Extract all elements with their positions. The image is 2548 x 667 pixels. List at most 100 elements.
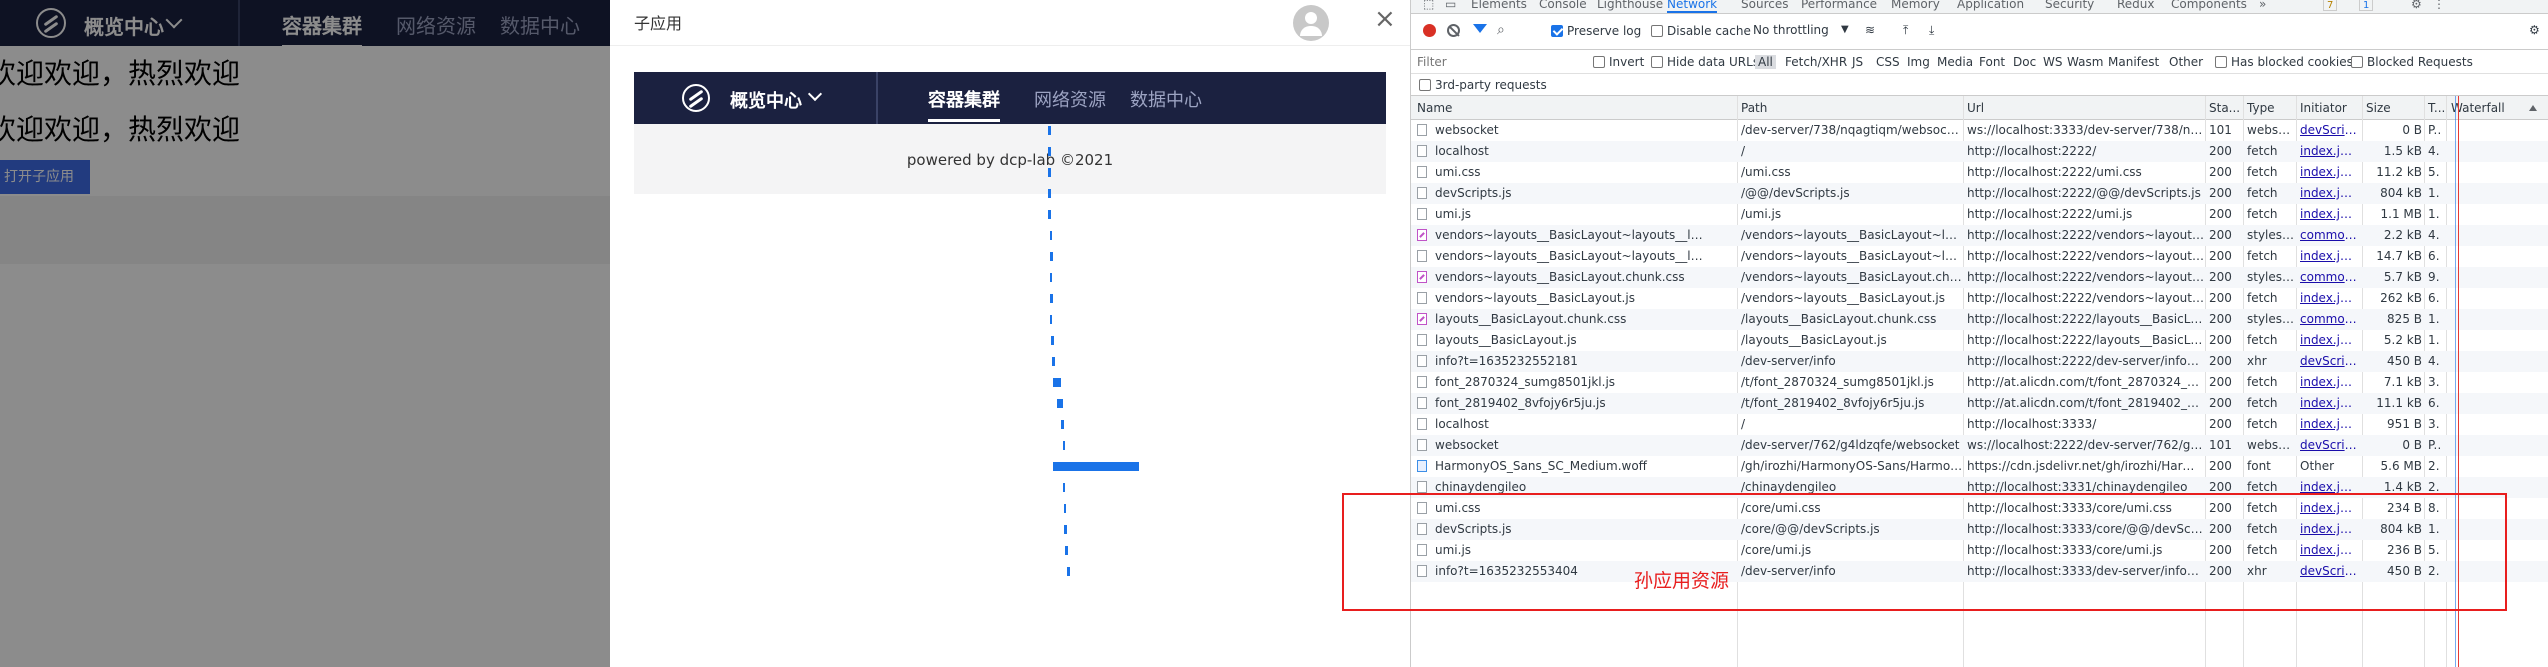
sub-tab-cluster[interactable]: 容器集群 <box>928 86 1000 122</box>
tab-sources[interactable]: Sources <box>1741 0 1788 11</box>
table-row[interactable]: localhost / http://localhost:2222/200 fetch… <box>1048 141 2548 162</box>
tab-console[interactable]: Console <box>1539 0 1587 11</box>
column-path[interactable]: Path <box>1741 101 1767 115</box>
sort-up-icon[interactable] <box>2529 105 2537 111</box>
filter-input[interactable] <box>1417 53 1577 71</box>
record-icon[interactable] <box>1423 24 1436 37</box>
column-size[interactable]: Size <box>2366 101 2391 115</box>
checkbox-icon[interactable] <box>2215 56 2227 68</box>
tab-memory[interactable]: Memory <box>1891 0 1940 11</box>
cell-initiator[interactable]: index.js:82 <box>2300 396 2358 410</box>
blocked-requests-checkbox[interactable]: Blocked Requests <box>2351 55 2473 69</box>
chevron-down-icon[interactable] <box>807 86 823 102</box>
column-initiator[interactable]: Initiator <box>2300 101 2347 115</box>
chevron-down-icon[interactable]: ▼ <box>1841 24 1849 35</box>
cell-initiator[interactable]: index.js:67 <box>2300 165 2358 179</box>
cell-initiator[interactable]: devScrip... <box>2300 123 2358 137</box>
checkbox-icon[interactable] <box>2351 56 2363 68</box>
search-icon[interactable]: ⌕ <box>1497 22 1505 38</box>
sub-tab-network[interactable]: 网络资源 <box>1034 86 1106 112</box>
column-status[interactable]: Sta... <box>2209 101 2240 115</box>
tab-elements[interactable]: Elements <box>1471 0 1527 11</box>
sub-nav-title[interactable]: 概览中心 <box>730 87 802 113</box>
filter-icon[interactable] <box>1473 24 1487 33</box>
cell-initiator[interactable]: index.js:82 <box>2300 186 2358 200</box>
blocked-cookies-checkbox[interactable]: Has blocked cookies <box>2215 55 2353 69</box>
table-row[interactable]: umi.js/umi.js http://localhost:2222/umi.j… <box>1048 204 2548 225</box>
table-row[interactable]: localhost / http://localhost:3333/200 fetch… <box>1061 414 2548 435</box>
type-filter-manifest[interactable]: Manifest <box>2108 55 2159 69</box>
table-row[interactable]: font_2819402_8vfojy6r5ju.js/t/font_28194… <box>1057 393 2548 414</box>
column-url[interactable]: Url <box>1967 101 1984 115</box>
table-row[interactable]: websocket/dev-server/762/g4ldzqfe/websoc… <box>1063 435 2548 456</box>
type-filter-wasm[interactable]: Wasm <box>2067 55 2103 69</box>
third-party-checkbox[interactable]: 3rd-party requests <box>1419 78 1547 92</box>
column-waterfall[interactable]: Waterfall <box>2451 101 2505 115</box>
tab-components[interactable]: Components <box>2171 0 2247 11</box>
table-row[interactable]: umi.css/umi.css http://localhost:2222/umi… <box>1048 162 2548 183</box>
checkbox-icon[interactable] <box>1651 25 1663 37</box>
cell-initiator[interactable]: index.js:82 <box>2300 291 2358 305</box>
upload-icon[interactable]: ⤒ <box>1903 23 1908 38</box>
cell-initiator[interactable]: common... <box>2300 270 2358 284</box>
tab-lighthouse[interactable]: Lighthouse <box>1597 0 1663 11</box>
column-time[interactable]: T... <box>2428 101 2445 115</box>
table-row[interactable]: info?t=1635232552181/dev-server/info http… <box>1052 351 2548 372</box>
type-filter-css[interactable]: CSS <box>1876 55 1900 69</box>
info-badge[interactable]: 1 <box>2359 0 2374 11</box>
tab-performance[interactable]: Performance <box>1801 0 1877 11</box>
type-filter-js[interactable]: JS <box>1852 55 1863 69</box>
cell-initiator[interactable]: common... <box>2300 312 2358 326</box>
table-row[interactable]: devScripts.js /@@/devScripts.js http://loc… <box>1048 183 2548 204</box>
tab-security[interactable]: Security <box>2045 0 2094 11</box>
disable-cache-checkbox[interactable]: Disable cache <box>1651 24 1751 38</box>
avatar[interactable] <box>1293 5 1329 41</box>
wifi-icon[interactable]: ≋ <box>1865 23 1875 37</box>
table-row[interactable]: vendors~layouts__BasicLayout~layouts__lo… <box>1050 225 2548 246</box>
type-filter-fetch[interactable]: Fetch/XHR <box>1785 55 1847 69</box>
checkbox-icon[interactable] <box>1419 79 1431 91</box>
type-filter-all[interactable]: All <box>1755 55 1776 69</box>
cell-initiator[interactable]: index.js:82 <box>2300 207 2358 221</box>
warning-badge[interactable]: 7 <box>2323 0 2338 11</box>
cell-initiator[interactable]: devScrip... <box>2300 354 2358 368</box>
device-toggle-icon[interactable]: ▭ <box>1445 0 1456 11</box>
close-icon[interactable]: × <box>1374 4 1396 34</box>
throttling-select[interactable]: No throttling <box>1753 23 1829 37</box>
table-row[interactable]: vendors~layouts__BasicLayout.chunk.css/v… <box>1050 267 2548 288</box>
column-type[interactable]: Type <box>2247 101 2275 115</box>
table-row[interactable]: vendors~layouts__BasicLayout~layouts__lo… <box>1050 246 2548 267</box>
table-row[interactable]: font_2870324_sumg8501jkl.js/t/font_28703… <box>1053 372 2548 393</box>
sub-tab-data[interactable]: 数据中心 <box>1130 86 1202 112</box>
cell-initiator[interactable]: index.js:82 <box>2300 249 2358 263</box>
preserve-log-checkbox[interactable]: Preserve log <box>1551 24 1641 38</box>
type-filter-doc[interactable]: Doc <box>2013 55 2036 69</box>
gear-icon[interactable]: ⚙ <box>2529 23 2540 37</box>
table-row[interactable]: HarmonyOS_Sans_SC_Medium.woff/gh/irozhi/… <box>1053 456 2548 477</box>
type-filter-ws[interactable]: WS <box>2043 55 2062 69</box>
tab-network[interactable]: Network <box>1667 0 1718 13</box>
checkbox-checked-icon[interactable] <box>1551 25 1563 37</box>
inspect-icon[interactable]: ⬚ <box>1423 0 1434 11</box>
kebab-menu-icon[interactable]: ⋮ <box>2433 0 2445 11</box>
checkbox-icon[interactable] <box>1593 56 1605 68</box>
type-filter-media[interactable]: Media <box>1937 55 1973 69</box>
table-row[interactable]: websocket/dev-server/738/nqagtiqm/websoc… <box>1048 120 2548 141</box>
table-row[interactable]: layouts__BasicLayout.js/layouts__BasicLa… <box>1051 330 2548 351</box>
cell-initiator[interactable]: index.js:... <box>2300 417 2358 431</box>
checkbox-icon[interactable] <box>1651 56 1663 68</box>
hide-data-urls-checkbox[interactable]: Hide data URLs <box>1651 55 1759 69</box>
cell-initiator[interactable]: common... <box>2300 228 2358 242</box>
type-filter-img[interactable]: Img <box>1907 55 1930 69</box>
gear-icon[interactable]: ⚙ <box>2411 0 2422 11</box>
cell-initiator[interactable]: index.js:... <box>2300 480 2358 494</box>
cell-initiator[interactable]: index.js:82 <box>2300 375 2358 389</box>
cell-initiator[interactable]: index.js:... <box>2300 144 2358 158</box>
column-name[interactable]: Name <box>1417 101 1452 115</box>
cell-initiator[interactable]: index.js:82 <box>2300 333 2358 347</box>
invert-checkbox[interactable]: Invert <box>1593 55 1644 69</box>
cell-initiator[interactable]: devScrip... <box>2300 438 2358 452</box>
tab-redux[interactable]: Redux <box>2117 0 2155 11</box>
table-row[interactable]: layouts__BasicLayout.chunk.css/layouts__… <box>1050 309 2548 330</box>
table-row[interactable]: vendors~layouts__BasicLayout.js/vendors~… <box>1050 288 2548 309</box>
